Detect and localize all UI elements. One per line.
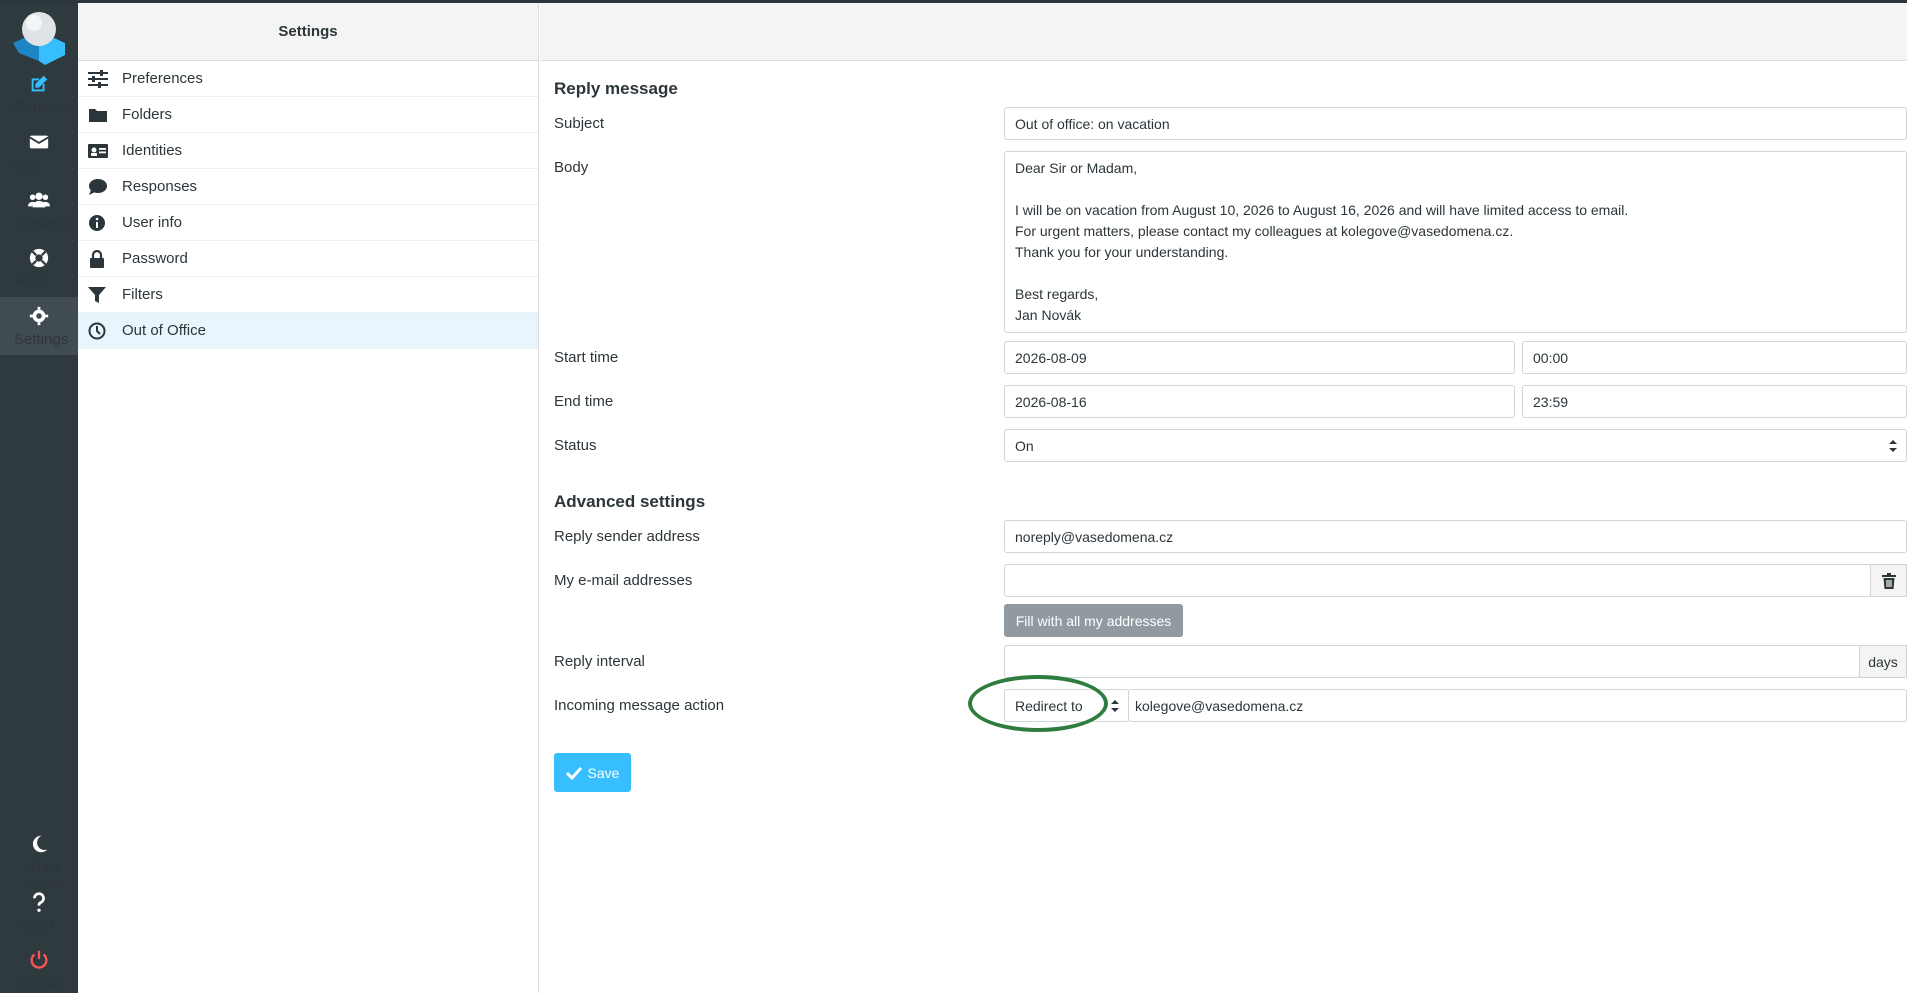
settings-item-identities[interactable]: Identities [78, 133, 538, 169]
my-emails-label: My e-mail addresses [554, 572, 693, 589]
select-arrows-icon [1889, 439, 1897, 452]
end-time-label: End time [554, 393, 614, 410]
status-select-value: On [1015, 437, 1034, 454]
nav-compose-label: Compose [14, 99, 79, 116]
content-header [540, 3, 1907, 61]
nav-contacts-label: Contacts [14, 215, 74, 232]
nav-contacts[interactable]: Contacts [0, 181, 78, 239]
moon-icon [32, 835, 48, 853]
save-button-label: Save [587, 764, 620, 781]
settings-item-label: Filters [122, 286, 163, 303]
nav-settings[interactable]: Settings [0, 297, 78, 355]
dark-mode-toggle[interactable]: Dark mode [0, 825, 78, 893]
select-arrows-icon [1111, 699, 1119, 712]
folder-icon [89, 108, 107, 122]
settings-item-preferences[interactable]: Preferences [78, 61, 538, 97]
sender-address-label: Reply sender address [554, 528, 700, 545]
reply-interval-input[interactable] [1004, 645, 1860, 678]
main-navigation: Compose Mail Contacts Help Settings Dark… [0, 3, 78, 993]
my-emails-input[interactable] [1004, 564, 1871, 597]
end-time-input[interactable]: 23:59 [1522, 385, 1907, 418]
filter-icon [88, 286, 106, 303]
settings-item-user-info[interactable]: User info [78, 205, 538, 241]
subject-input[interactable]: Out of office: on vacation [1004, 107, 1907, 140]
status-select[interactable]: On [1004, 429, 1907, 462]
settings-item-responses[interactable]: Responses [78, 169, 538, 205]
compose-icon [31, 75, 48, 92]
settings-item-out-of-office[interactable]: Out of Office [78, 313, 538, 349]
nav-help-label: Help [14, 273, 45, 290]
out-of-office-panel: Reply message Subject Out of office: on … [540, 3, 1907, 993]
roundcube-logo [13, 12, 65, 65]
nav-mail[interactable]: Mail [0, 123, 78, 181]
status-label: Status [554, 437, 597, 454]
power-icon [30, 950, 48, 969]
interval-unit: days [1859, 645, 1907, 678]
nav-mail-label: Mail [14, 157, 42, 174]
end-date-input[interactable]: 2026-08-16 [1004, 385, 1515, 418]
fill-addresses-button[interactable]: Fill with all my addresses [1004, 604, 1183, 637]
settings-item-folders[interactable]: Folders [78, 97, 538, 133]
lifebuoy-icon [29, 248, 49, 268]
sliders-icon [88, 69, 108, 88]
check-icon [565, 766, 582, 780]
settings-item-label: Identities [122, 142, 183, 159]
gear-icon [29, 306, 49, 326]
redirect-target-input[interactable]: kolegove@vasedomena.cz [1128, 689, 1907, 722]
save-button[interactable]: Save [554, 753, 631, 792]
settings-sidebar: Settings Preferences Folders Identities … [78, 3, 539, 993]
info-icon [89, 214, 105, 231]
trash-icon [1881, 572, 1896, 589]
reply-message-heading: Reply message [554, 79, 678, 98]
nav-logout-label: Logout [14, 975, 60, 992]
body-label: Body [554, 159, 589, 176]
nav-about[interactable]: About [0, 883, 78, 941]
advanced-settings-heading: Advanced settings [554, 492, 706, 511]
delete-address-button[interactable] [1870, 564, 1907, 597]
settings-item-label: Password [122, 250, 188, 267]
nav-settings-label: Settings [14, 331, 69, 348]
settings-item-label: Out of Office [122, 322, 206, 339]
mail-icon [29, 135, 49, 149]
start-date-input[interactable]: 2026-08-09 [1004, 341, 1515, 374]
highlight-annotation [968, 675, 1108, 732]
sender-address-input[interactable]: noreply@vasedomena.cz [1004, 520, 1907, 553]
settings-item-label: Responses [122, 178, 198, 195]
settings-item-label: Folders [122, 106, 173, 123]
body-textarea[interactable]: Dear Sir or Madam, I will be on vacation… [1004, 151, 1907, 333]
nav-logout[interactable]: Logout [0, 941, 78, 993]
clock-icon [88, 322, 106, 339]
incoming-action-label: Incoming message action [554, 697, 725, 714]
subject-label: Subject [554, 115, 605, 132]
settings-title: Settings [78, 3, 538, 61]
lock-icon [90, 249, 104, 268]
comment-icon [89, 178, 107, 195]
settings-item-label: User info [122, 214, 183, 231]
nav-help[interactable]: Help [0, 239, 78, 297]
nav-about-label: About [14, 917, 54, 934]
nav-compose[interactable]: Compose [0, 65, 78, 123]
start-time-label: Start time [554, 349, 619, 366]
question-icon [33, 892, 45, 912]
settings-item-password[interactable]: Password [78, 241, 538, 277]
settings-item-label: Preferences [122, 70, 203, 87]
contacts-icon [28, 192, 50, 208]
id-card-icon [88, 143, 108, 158]
start-time-input[interactable]: 00:00 [1522, 341, 1907, 374]
settings-item-filters[interactable]: Filters [78, 277, 538, 313]
reply-interval-label: Reply interval [554, 653, 645, 670]
